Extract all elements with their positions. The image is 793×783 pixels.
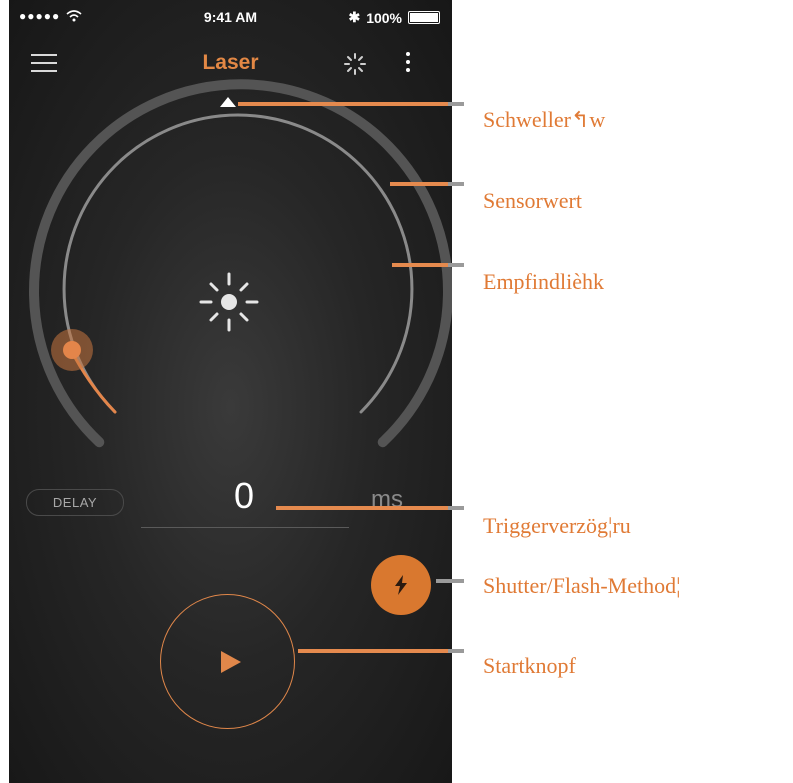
callout-start: Startknopf bbox=[483, 653, 576, 678]
callout-tip-trigger-delay bbox=[448, 506, 464, 510]
sensor-value-arc bbox=[62, 113, 414, 414]
callout-threshold: Schweller↰w bbox=[483, 107, 606, 132]
callout-tip-threshold bbox=[448, 102, 464, 106]
callout-trigger-delay: Triggerverzög¦ru bbox=[483, 513, 631, 538]
callout-line-start bbox=[298, 649, 448, 653]
callout-line-sensitivity bbox=[392, 263, 448, 267]
callout-tip-sensor-value bbox=[448, 182, 464, 186]
play-icon bbox=[220, 650, 241, 673]
sensitivity-knob bbox=[63, 341, 81, 359]
threshold-marker[interactable] bbox=[220, 97, 236, 107]
sun-icon bbox=[199, 272, 259, 332]
start-button[interactable] bbox=[160, 594, 295, 729]
callout-line-trigger-delay bbox=[276, 506, 448, 510]
callout-tip-sensitivity bbox=[448, 263, 464, 267]
callout-line-threshold bbox=[238, 102, 448, 106]
callout-sensor-value: Sensorwert bbox=[483, 188, 582, 213]
callout-sensitivity: Empfindlièhk bbox=[483, 269, 604, 294]
delay-label: DELAY bbox=[26, 489, 124, 516]
sensor-dial bbox=[29, 79, 452, 448]
callout-tip-start bbox=[448, 649, 464, 653]
callout-flash-method: Shutter/Flash-Method¦ bbox=[483, 573, 681, 598]
callout-tip-flash-method bbox=[436, 579, 464, 583]
delay-value-input[interactable]: 0 bbox=[139, 475, 349, 517]
delay-underline bbox=[141, 527, 349, 528]
lightning-bolt-icon bbox=[395, 575, 407, 595]
phone-screen: ●●●●● 9:41 AM ✱ 100% Laser DELAY 0 ms bbox=[9, 0, 452, 783]
flash-method-button[interactable] bbox=[371, 555, 431, 615]
callout-line-sensor-value bbox=[390, 182, 448, 186]
